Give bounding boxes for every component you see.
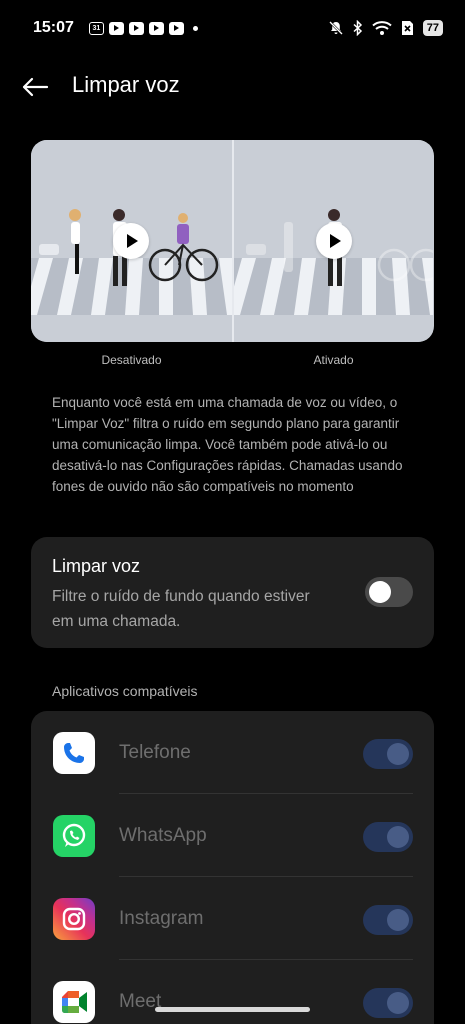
compatible-apps-list: Telefone WhatsApp Instagram Meet [31, 711, 434, 1024]
list-item-whatsapp[interactable]: WhatsApp [31, 794, 434, 877]
setting-title: Limpar voz [52, 556, 141, 576]
meet-icon [53, 981, 95, 1023]
app-name: Instagram [119, 908, 204, 929]
home-indicator[interactable] [155, 1007, 310, 1012]
list-item-meet[interactable]: Meet [31, 960, 434, 1024]
toggle-knob [369, 581, 391, 603]
section-label-compatible-apps: Aplicativos compatíveis [52, 683, 198, 699]
app-name: WhatsApp [119, 825, 207, 846]
status-bar: 15:07 31 77 [0, 0, 465, 56]
list-item-telefone[interactable]: Telefone [31, 711, 434, 794]
whatsapp-toggle[interactable] [363, 822, 413, 852]
illustration-off-panel[interactable] [31, 140, 232, 342]
feature-description: Enquanto você está em uma chamada de voz… [52, 395, 403, 494]
page-title: Limpar voz [72, 72, 180, 97]
youtube-icon [108, 21, 124, 35]
list-item-instagram[interactable]: Instagram [31, 877, 434, 960]
toggle-knob [387, 743, 409, 765]
clear-voice-toggle[interactable] [365, 577, 413, 607]
youtube-icon [148, 21, 164, 35]
mute-icon [328, 21, 343, 35]
arrow-left-icon [22, 77, 49, 97]
phone-icon [53, 732, 95, 774]
clear-voice-setting[interactable]: Limpar voz Filtre o ruído de fundo quand… [31, 537, 434, 648]
more-notifications-dot [192, 25, 198, 31]
calendar-icon: 31 [88, 21, 104, 35]
instagram-icon [53, 898, 95, 940]
back-button[interactable] [18, 70, 52, 104]
no-sim-icon [401, 21, 413, 35]
youtube-icon [168, 21, 184, 35]
whatsapp-icon [53, 815, 95, 857]
bluetooth-icon [353, 20, 362, 36]
caption-on: Ativado [313, 353, 354, 367]
telefone-toggle[interactable] [363, 739, 413, 769]
meet-toggle[interactable] [363, 988, 413, 1018]
illustration-on-panel[interactable] [232, 140, 433, 342]
instagram-toggle[interactable] [363, 905, 413, 935]
play-button-off[interactable] [113, 223, 149, 259]
wifi-icon [372, 21, 392, 35]
toggle-knob [387, 909, 409, 931]
status-time: 15:07 [33, 19, 74, 36]
battery-indicator: 77 [422, 20, 443, 36]
caption-off: Desativado [101, 353, 162, 367]
setting-subtitle: Filtre o ruído de fundo quando estiver e… [52, 588, 310, 630]
toggle-knob [387, 992, 409, 1014]
app-name: Telefone [119, 742, 191, 763]
demo-illustration [31, 140, 434, 342]
play-button-on[interactable] [316, 223, 352, 259]
toggle-knob [387, 826, 409, 848]
youtube-icon [128, 21, 144, 35]
app-header: Limpar voz [0, 60, 465, 112]
